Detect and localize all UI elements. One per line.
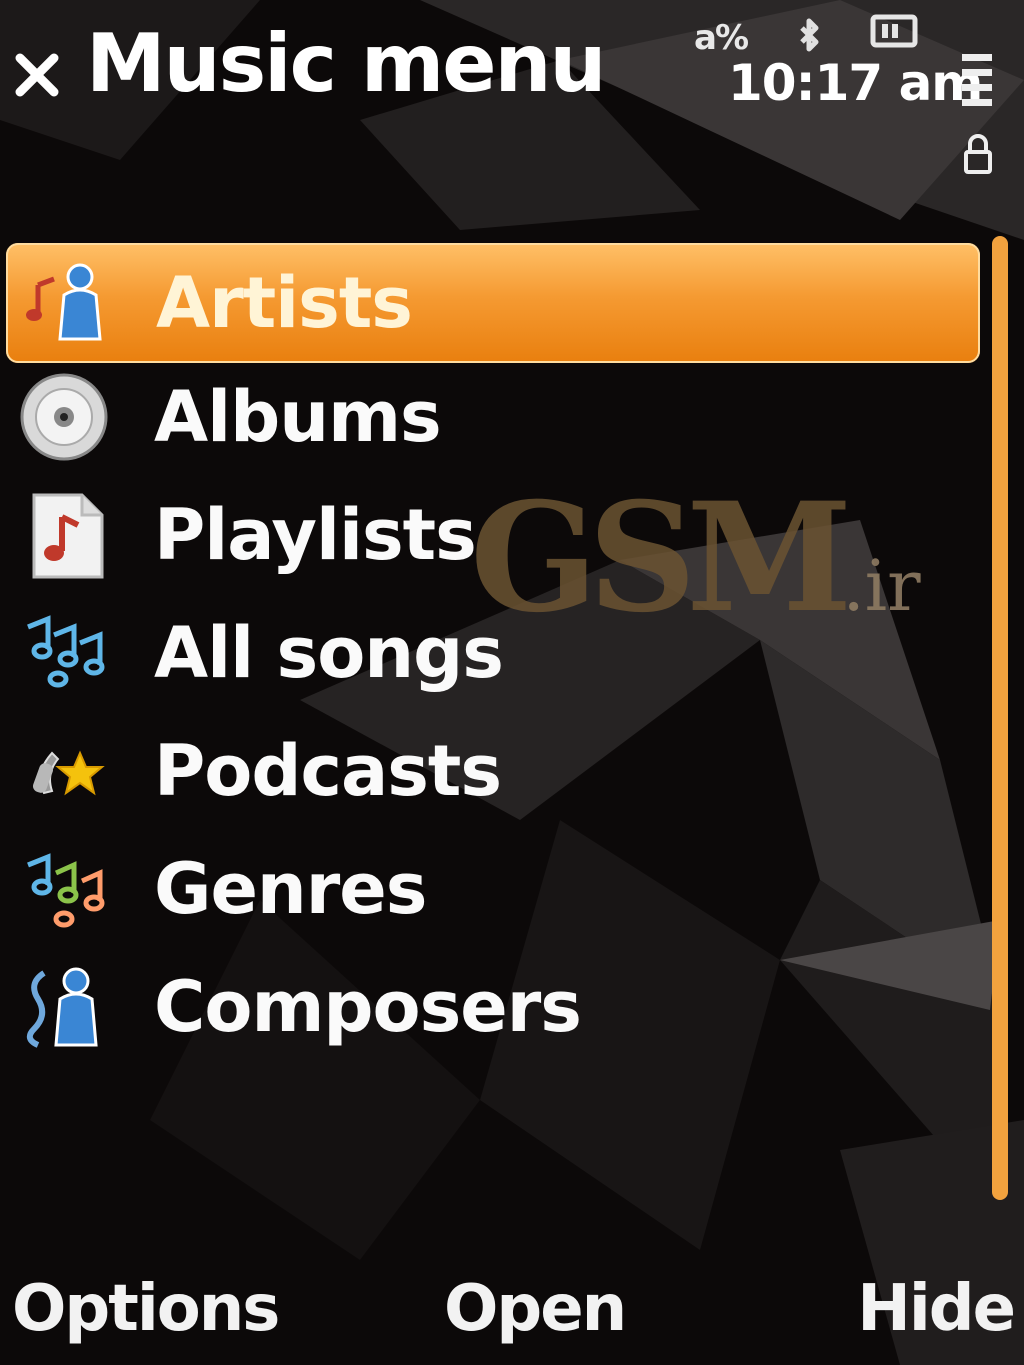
list-item-label: Albums xyxy=(154,376,442,458)
all-songs-icon xyxy=(27,615,105,688)
list-item-playlists[interactable]: Playlists xyxy=(0,476,990,594)
list-item-genres[interactable]: Genres xyxy=(0,830,990,948)
music-menu-list: Artists Albums Playlists All songs Podca… xyxy=(0,240,990,1066)
artists-icon xyxy=(26,263,102,341)
softkey-bar: Options Open Hide xyxy=(0,1262,1024,1365)
album-disc-icon xyxy=(20,373,108,461)
close-icon[interactable] xyxy=(12,48,64,100)
menu-bars-icon xyxy=(962,54,992,106)
list-item-label: Playlists xyxy=(154,494,477,576)
signal-icon: a% xyxy=(694,18,749,58)
page-title: Music menu xyxy=(86,17,606,110)
title-bar: Music menu a% 10:17 am xyxy=(0,0,1024,200)
scrollbar-thumb[interactable] xyxy=(992,236,1008,1200)
status-bar: a% 10:17 am xyxy=(684,0,1024,200)
list-item-label: Genres xyxy=(154,848,427,930)
podcast-icon xyxy=(32,750,105,796)
list-item-artists[interactable]: Artists xyxy=(6,243,980,363)
options-softkey[interactable]: Options xyxy=(12,1272,280,1346)
lock-icon xyxy=(964,134,992,174)
list-item-label: All songs xyxy=(154,612,504,694)
list-item-label: Podcasts xyxy=(154,730,502,812)
clock: 10:17 am xyxy=(728,54,983,112)
list-item-composers[interactable]: Composers xyxy=(0,948,990,1066)
scrollbar[interactable] xyxy=(992,236,1008,1200)
hide-softkey[interactable]: Hide xyxy=(857,1272,1016,1346)
open-softkey[interactable]: Open xyxy=(444,1272,627,1346)
list-item-albums[interactable]: Albums xyxy=(0,358,990,476)
list-item-label: Composers xyxy=(154,966,582,1048)
genres-icon xyxy=(27,853,105,928)
list-item-label: Artists xyxy=(156,262,413,344)
list-item-all-songs[interactable]: All songs xyxy=(0,594,990,712)
playlist-icon xyxy=(32,493,104,579)
composers-icon xyxy=(26,967,98,1048)
list-item-podcasts[interactable]: Podcasts xyxy=(0,712,990,830)
battery-icon xyxy=(870,14,918,48)
bluetooth-icon xyxy=(800,18,819,52)
